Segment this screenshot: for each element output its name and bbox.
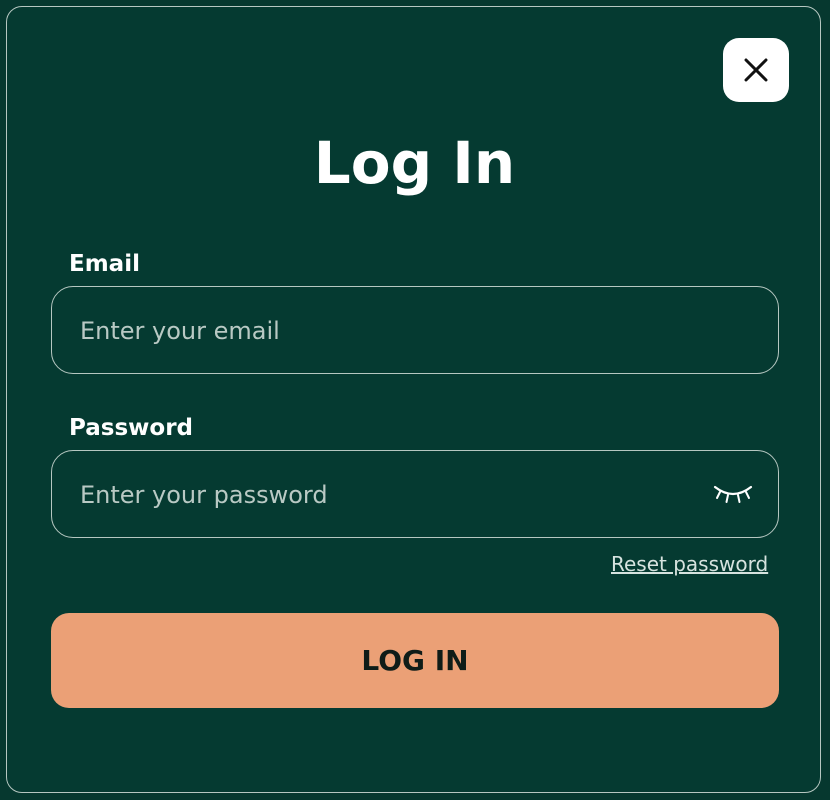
page-title: Log In [313, 129, 516, 197]
login-button[interactable]: LOG IN [51, 613, 779, 708]
close-icon [744, 58, 768, 82]
reset-password-link[interactable]: Reset password [611, 552, 768, 576]
email-field[interactable] [78, 287, 682, 375]
eye-closed-icon[interactable] [712, 481, 754, 507]
login-modal: Log In Email Password Reset password LOG… [6, 6, 821, 793]
close-button[interactable] [723, 38, 789, 102]
password-label: Password [69, 415, 193, 441]
password-field-container [51, 450, 779, 539]
email-field-container [51, 286, 779, 375]
password-field[interactable] [78, 451, 682, 539]
email-label: Email [69, 251, 140, 277]
